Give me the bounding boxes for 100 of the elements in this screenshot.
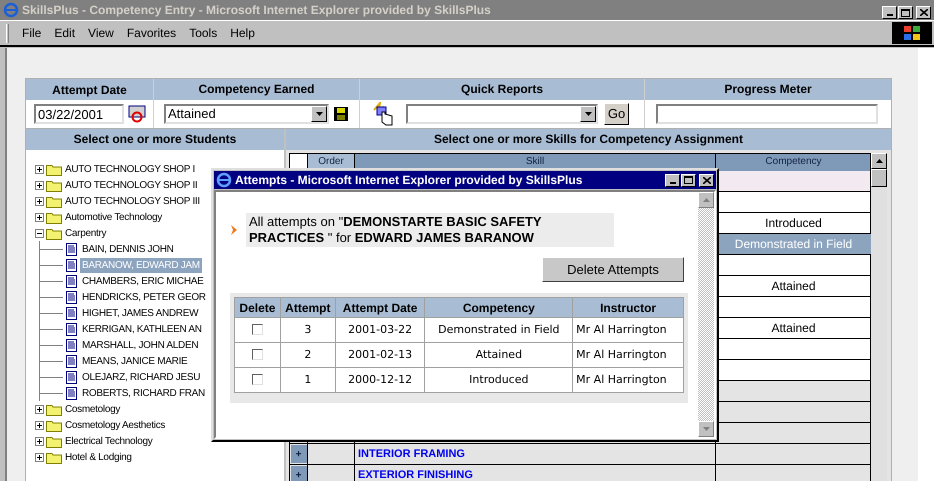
tree-item[interactable]: MEANS, JANICE MARIE xyxy=(80,354,190,368)
skill-link[interactable]: INTERIOR FRAMING xyxy=(358,446,465,462)
expand-toggle[interactable] xyxy=(35,180,44,190)
scrollbar-thumb[interactable] xyxy=(871,169,887,187)
scroll-up-icon xyxy=(702,198,710,202)
minus-icon xyxy=(37,232,42,234)
column-header: Attempt Date xyxy=(51,82,128,98)
checkbox[interactable] xyxy=(252,374,263,386)
minimize-button[interactable] xyxy=(882,6,897,19)
tree-item[interactable]: Electrical Technology xyxy=(64,434,154,448)
table-cell: Mr Al Harrington xyxy=(576,322,667,336)
table-cell: 1 xyxy=(304,372,312,386)
expand-toggle[interactable] xyxy=(35,420,44,430)
expand-toggle[interactable] xyxy=(35,436,44,446)
maximize-button[interactable] xyxy=(898,6,913,19)
close-button[interactable] xyxy=(916,6,931,19)
document-icon xyxy=(66,322,77,336)
folder-icon xyxy=(46,450,62,464)
report-pointer-icon[interactable] xyxy=(372,102,394,126)
minimize-icon xyxy=(670,182,676,184)
save-icon[interactable] xyxy=(334,107,348,121)
document-icon xyxy=(66,338,77,352)
menu-item[interactable]: Help xyxy=(225,24,260,42)
skill-link[interactable]: EXTERIOR FINISHING xyxy=(358,466,473,481)
report-dropdown[interactable] xyxy=(406,104,598,124)
plus-icon xyxy=(37,406,42,412)
document-icon xyxy=(66,242,77,256)
maximize-button[interactable] xyxy=(681,174,696,186)
tree-item[interactable]: AUTO TECHNOLOGY SHOP I xyxy=(64,162,196,176)
calendar-icon[interactable] xyxy=(128,105,146,123)
table-cell-text: Attained xyxy=(771,320,816,337)
menu-item[interactable]: View xyxy=(83,24,119,42)
table-cell: 2001-02-13 xyxy=(348,348,412,361)
expand-toggle[interactable] xyxy=(35,164,44,174)
date-field[interactable]: 03/22/2001 xyxy=(34,104,124,124)
menu-item[interactable]: Edit xyxy=(49,24,80,42)
column-header: Delete xyxy=(234,298,280,318)
table-cell: 2000-12-12 xyxy=(348,372,412,386)
folder-icon xyxy=(46,434,62,448)
folder-icon xyxy=(46,194,62,208)
table-cell-text: Attained xyxy=(771,278,816,295)
table-cell: 3 xyxy=(304,322,312,336)
expand-toggle[interactable] xyxy=(35,196,44,206)
close-button[interactable] xyxy=(699,174,714,186)
document-icon xyxy=(66,370,77,384)
tree-item[interactable]: ROBERTS, RICHARD FRAN xyxy=(80,386,207,400)
column-header: Instructor xyxy=(572,298,684,318)
go-button[interactable]: Go xyxy=(604,103,629,125)
tree-item[interactable]: Hotel & Lodging xyxy=(64,450,133,464)
menu-item[interactable]: File xyxy=(17,24,46,42)
panel-header: Select one or more Students xyxy=(72,131,238,148)
browser-icon xyxy=(216,172,232,188)
folder-icon xyxy=(46,402,62,416)
plus-icon xyxy=(37,438,42,444)
plus-icon xyxy=(37,214,42,220)
tree-item[interactable]: KERRIGAN, KATHLEEN AN xyxy=(80,322,204,336)
expand-button[interactable]: + xyxy=(290,466,306,481)
column-header: Competency Earned xyxy=(153,79,359,100)
tree-item[interactable]: MARSHALL, JOHN ALDEN xyxy=(80,338,200,352)
scroll-up-button[interactable] xyxy=(871,153,887,169)
plus-icon xyxy=(37,454,42,460)
tree-item[interactable]: Carpentry xyxy=(64,226,108,240)
minimize-button[interactable] xyxy=(665,174,680,186)
tree-item[interactable]: BAIN, DENNIS JOHN xyxy=(80,242,176,256)
tree-item[interactable]: CHAMBERS, ERIC MICHAE xyxy=(80,274,206,288)
close-icon xyxy=(702,176,710,184)
tree-item[interactable]: Cosmetology xyxy=(64,402,122,416)
close-icon xyxy=(920,9,928,16)
column-header: Progress Meter xyxy=(644,79,891,100)
tree-item[interactable]: HENDRICKS, PETER GEOR xyxy=(80,290,208,304)
table-cell: Demonstrated in Field xyxy=(438,322,560,336)
expand-toggle[interactable] xyxy=(35,212,44,222)
expand-toggle[interactable] xyxy=(35,452,44,462)
document-icon xyxy=(66,290,77,304)
tree-item[interactable]: AUTO TECHNOLOGY SHOP III xyxy=(64,194,201,208)
checkbox[interactable] xyxy=(252,324,263,336)
tree-item[interactable]: OLEJARZ, RICHARD JESU xyxy=(80,370,202,384)
column-header: Competency xyxy=(424,298,573,318)
tree-item[interactable]: Cosmetology Aesthetics xyxy=(64,418,166,432)
table-cell-text: Demonstrated in Field xyxy=(734,236,852,253)
tree-item[interactable]: AUTO TECHNOLOGY SHOP II xyxy=(64,178,198,192)
expand-toggle[interactable] xyxy=(35,404,44,414)
menu-item[interactable]: Favorites xyxy=(122,24,182,42)
collapse-toggle[interactable] xyxy=(35,228,44,238)
folder-icon xyxy=(46,418,62,432)
scroll-down-button[interactable] xyxy=(698,421,714,437)
competency-dropdown[interactable]: Attained xyxy=(164,104,329,124)
checkbox[interactable] xyxy=(252,349,263,360)
document-icon xyxy=(66,354,77,368)
tree-item[interactable]: Automotive Technology xyxy=(64,210,163,224)
tree-item[interactable]: HIGHET, JAMES ANDREW xyxy=(80,306,200,320)
delete-attempts-button[interactable]: Delete Attempts xyxy=(542,257,684,282)
column-header[interactable]: Competency xyxy=(716,154,871,171)
maximize-icon xyxy=(901,8,910,16)
document-icon xyxy=(66,386,77,400)
menu-item[interactable]: Tools xyxy=(184,24,222,42)
scroll-down-icon xyxy=(702,427,710,431)
table-cell: Mr Al Harrington xyxy=(576,348,667,361)
document-icon xyxy=(66,274,77,288)
expand-button[interactable]: + xyxy=(290,445,306,463)
